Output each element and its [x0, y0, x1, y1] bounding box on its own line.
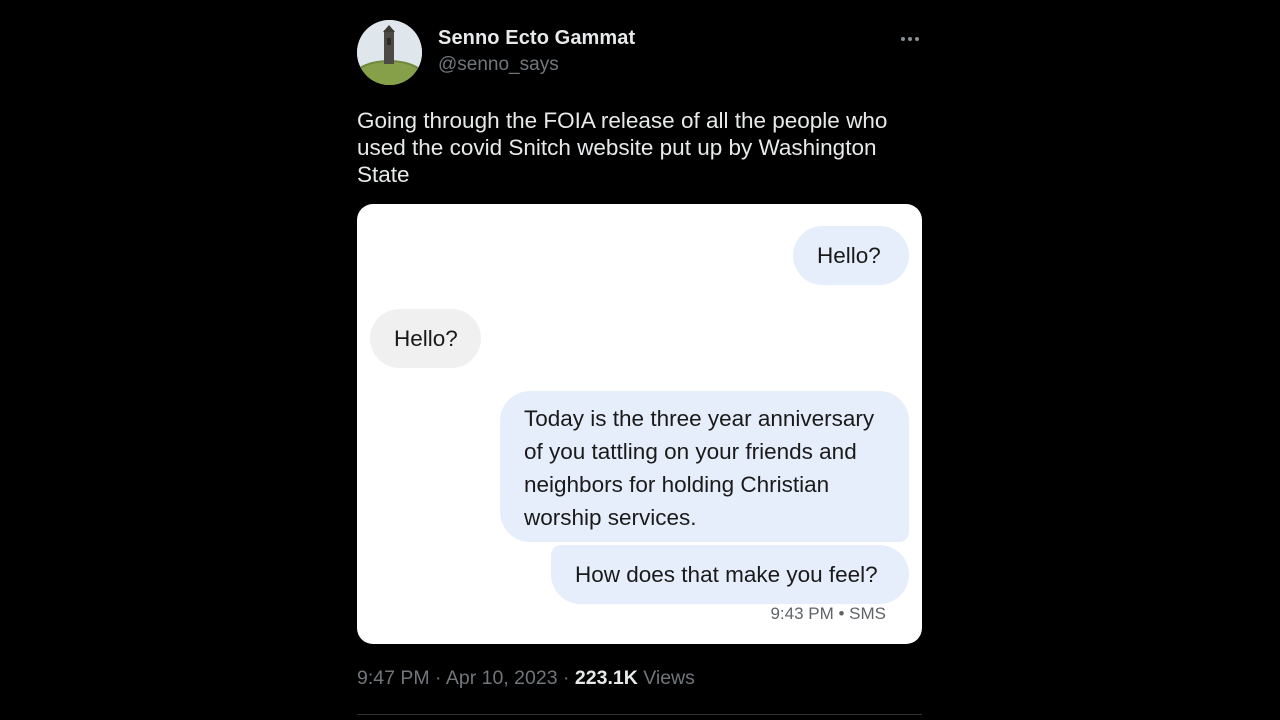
message-bubble-outgoing: Hello?	[793, 226, 909, 285]
message-timestamp: 9:43 PM • SMS	[770, 604, 886, 623]
divider	[357, 714, 922, 715]
tweet-time[interactable]: 9:47 PM	[357, 667, 430, 689]
tweet-text: Going through the FOIA release of all th…	[357, 108, 888, 187]
avatar-tower-image	[357, 20, 422, 85]
avatar[interactable]	[357, 20, 422, 85]
tweet-date[interactable]: Apr 10, 2023	[446, 667, 558, 689]
separator-dot: ·	[562, 667, 575, 689]
message-bubble-outgoing: How does that make you feel?	[551, 545, 909, 604]
tweet-header: Senno Ecto Gammat @senno_says	[357, 20, 922, 86]
more-options-icon[interactable]	[898, 26, 922, 50]
tweet[interactable]: Senno Ecto Gammat @senno_says Going thro…	[357, 20, 922, 715]
tweet-footer: 9:47 PM · Apr 10, 2023 · 223.1K Views	[357, 667, 695, 690]
tweet-media-image[interactable]: Hello? Hello? Today is the three year an…	[357, 204, 922, 644]
author-name[interactable]: Senno Ecto Gammat	[438, 27, 635, 50]
message-bubble-incoming: Hello?	[370, 309, 481, 368]
views-label: Views	[643, 667, 695, 689]
views-count: 223.1K	[574, 667, 638, 689]
author-handle[interactable]: @senno_says	[438, 54, 559, 76]
message-bubble-outgoing: Today is the three year anniversary of y…	[500, 391, 909, 542]
separator-dot: ·	[435, 667, 446, 689]
